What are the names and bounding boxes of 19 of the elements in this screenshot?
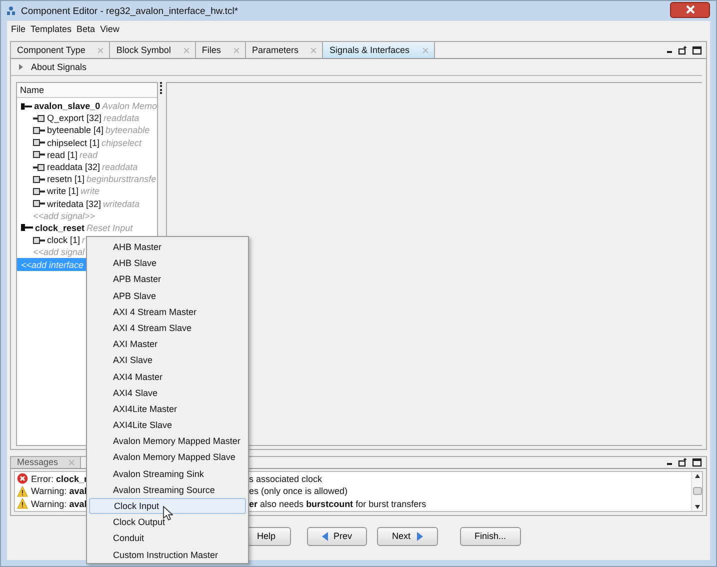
message-text: er also needs burstcount for burst transfers: [249, 498, 426, 509]
signal-type: write: [80, 186, 100, 196]
signal-type: writedata: [103, 198, 140, 209]
message-text: Warning: aval: [31, 498, 87, 509]
message-text: s associated clock: [249, 474, 322, 484]
signal-type: readdata: [104, 113, 140, 124]
signal-type: read: [80, 150, 98, 160]
message-text: Error: clock_r: [31, 474, 88, 484]
signal-type: beginbursttransfe: [86, 174, 156, 184]
message-text: es (only once is allowed): [249, 486, 348, 496]
signal-type: chipselect: [102, 138, 142, 148]
window-title: Component Editor - reg32_avalon_interface_hw.tcl*: [21, 6, 238, 16]
interface-type: Avalon Memo: [102, 101, 157, 112]
signal-type: readdata: [102, 162, 138, 172]
signal-type: byteenable: [106, 125, 150, 136]
signal-type: r: [82, 235, 86, 246]
column-header: Name: [17, 83, 157, 98]
message-text: Warning: aval: [31, 486, 87, 496]
interface-type: Reset Input: [86, 222, 133, 233]
